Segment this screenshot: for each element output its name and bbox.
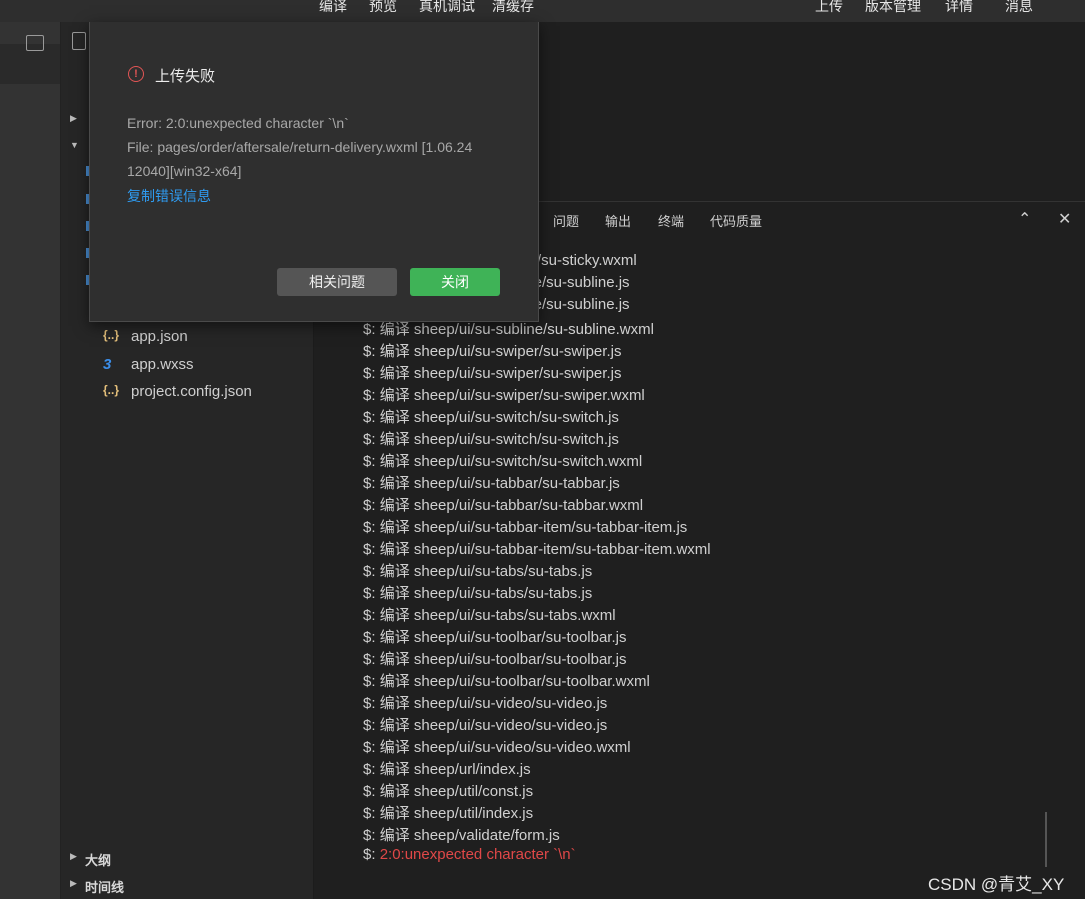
terminal-line: ky/su-sticky.wxml [522, 252, 637, 269]
tab-output[interactable]: 输出 [605, 211, 631, 230]
terminal-line: $: 编译 sheep/ui/su-tabbar/su-tabbar.js [363, 475, 620, 492]
terminal-line: $: 编译 sheep/ui/su-toolbar/su-toolbar.js [363, 629, 627, 646]
chevron-up-icon[interactable]: ⌃ [1018, 209, 1031, 229]
error-icon: ! [128, 66, 144, 82]
folder-expanded-arrow-icon[interactable]: ▼ [70, 140, 79, 150]
folder-collapsed-arrow-icon[interactable]: ▶ [70, 113, 77, 124]
real-device-debug-button[interactable]: 真机调试 [419, 0, 475, 16]
file-item-project-config-json[interactable]: {..} project.config.json [61, 381, 313, 403]
timeline-section[interactable]: ▶ 时间线 [61, 875, 313, 897]
terminal-line: $: 编译 sheep/ui/su-tabs/su-tabs.wxml [363, 607, 616, 624]
error-file-line-cont: 12040][win32-x64] [127, 163, 242, 179]
window-restore-icon[interactable] [26, 35, 44, 51]
terminal-line: $: 编译 sheep/ui/su-switch/su-switch.wxml [363, 453, 643, 470]
file-name: app.wxss [131, 356, 194, 373]
terminal-line: $: 编译 sheep/url/index.js [363, 761, 531, 778]
terminal-line: $: 编译 sheep/ui/su-swiper/su-swiper.js [363, 365, 622, 382]
terminal-line: $: 编译 sheep/ui/su-toolbar/su-toolbar.wxm… [363, 673, 650, 690]
files-icon[interactable] [72, 32, 86, 50]
terminal-scrollbar[interactable] [1045, 812, 1047, 867]
terminal-line: $: 编译 sheep/ui/su-tabbar/su-tabbar.wxml [363, 497, 644, 514]
watermark: CSDN @青艾_XY [928, 875, 1065, 894]
terminal-line: $: 编译 sheep/ui/su-video/su-video.wxml [363, 739, 631, 756]
tab-problems[interactable]: 问题 [553, 211, 579, 230]
css-file-icon: 3 [103, 356, 112, 373]
upload-button[interactable]: 上传 [815, 0, 843, 16]
related-issues-button[interactable]: 相关问题 [277, 268, 397, 296]
terminal-line: $: 编译 sheep/util/const.js [363, 783, 534, 800]
terminal-line: $: 编译 sheep/ui/su-swiper/su-swiper.wxml [363, 387, 645, 404]
file-name: project.config.json [131, 383, 252, 400]
compile-button[interactable]: 编译 [319, 0, 347, 16]
dialog-title: 上传失败 [155, 68, 216, 85]
upload-failed-dialog: ! 上传失败 Error: 2:0:unexpected character `… [89, 22, 539, 322]
copy-error-link[interactable]: 复制错误信息 [127, 186, 211, 206]
terminal-line: $: 编译 sheep/ui/su-switch/su-switch.js [363, 431, 619, 448]
json-file-icon: {..} [103, 383, 120, 397]
error-message: Error: 2:0:unexpected character `\n` [127, 115, 349, 131]
close-button[interactable]: 关闭 [410, 268, 500, 296]
details-button[interactable]: 详情 [945, 0, 973, 16]
tab-code-quality[interactable]: 代码质量 [710, 211, 762, 230]
terminal-line: $: 编译 sheep/ui/su-switch/su-switch.js [363, 409, 619, 426]
file-item-app-json[interactable]: {..} app.json [61, 326, 313, 348]
outline-section[interactable]: ▶ 大纲 [61, 848, 313, 870]
json-file-icon: {..} [103, 328, 120, 342]
terminal-line: $: 编译 sheep/ui/su-toolbar/su-toolbar.js [363, 651, 627, 668]
terminal-line: $: 编译 sheep/ui/su-tabbar-item/su-tabbar-… [363, 541, 711, 558]
terminal-line: $: 编译 sheep/ui/su-video/su-video.js [363, 717, 608, 734]
terminal-output: ky/su-sticky.wxml ine/su-subline.js ine/… [314, 238, 1085, 899]
terminal-line: $: 编译 sheep/ui/su-tabbar-item/su-tabbar-… [363, 519, 688, 536]
version-management-button[interactable]: 版本管理 [865, 0, 921, 16]
timeline-label: 时间线 [85, 880, 125, 895]
error-file-line: File: pages/order/aftersale/return-deliv… [127, 139, 473, 155]
terminal-error-line: $: 2:0:unexpected character `\n` [363, 846, 576, 863]
outline-label: 大纲 [85, 853, 112, 868]
tab-terminal[interactable]: 终端 [658, 211, 684, 230]
terminal-line: $: 编译 sheep/ui/su-tabs/su-tabs.js [363, 563, 593, 580]
close-icon[interactable]: ✕ [1058, 209, 1071, 229]
preview-button[interactable]: 预览 [369, 0, 397, 16]
chevron-right-icon: ▶ [70, 878, 77, 888]
terminal-line: $: 编译 sheep/ui/su-video/su-video.js [363, 695, 608, 712]
terminal-line: $: 编译 sheep/ui/su-swiper/su-swiper.js [363, 343, 622, 360]
terminal-line: $: 编译 sheep/validate/form.js [363, 827, 560, 844]
terminal-line: $: 编译 sheep/util/index.js [363, 805, 534, 822]
file-item-app-wxss[interactable]: 3 app.wxss [61, 354, 313, 376]
messages-button[interactable]: 消息 [1005, 0, 1033, 16]
terminal-line: $: 编译 sheep/ui/su-tabs/su-tabs.js [363, 585, 593, 602]
activity-bar [0, 22, 61, 899]
top-toolbar: 编译 预览 真机调试 清缓存 上传 版本管理 详情 消息 [0, 0, 1085, 23]
clear-cache-button[interactable]: 清缓存 [492, 0, 534, 16]
chevron-right-icon: ▶ [70, 851, 77, 861]
file-name: app.json [131, 328, 188, 345]
